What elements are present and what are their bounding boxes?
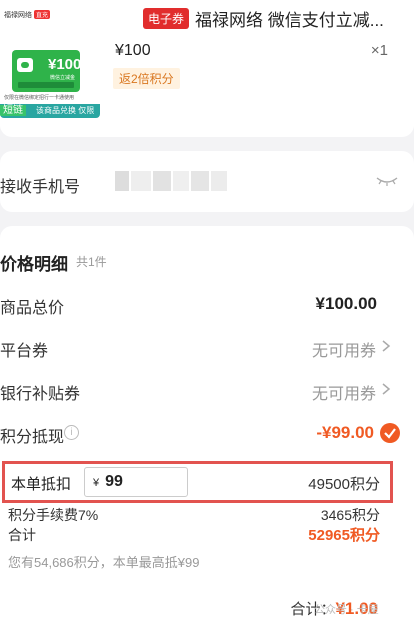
fee-label: 积分手续费7% <box>8 507 99 523</box>
voucher-strip <box>18 82 74 88</box>
price-details-title: 价格明细 <box>0 255 68 274</box>
platform-coupon-value[interactable]: 无可用券 <box>312 337 376 361</box>
points-total-label: 合计 <box>8 527 36 543</box>
product-type-tag: 电子券 <box>143 8 190 29</box>
product-thumbnail[interactable]: 福禄网络 直充 ¥100 微信立减金 仅限在微信绑定招行一卡通使用 短链 该商品兑换… <box>0 8 100 118</box>
phone-label: 接收手机号 <box>0 179 81 196</box>
thumb-brand-text: 福禄网络 <box>4 12 32 19</box>
deduct-amount-input[interactable]: ¥99 <box>84 467 188 497</box>
bank-coupon-value[interactable]: 无可用券 <box>312 380 376 404</box>
deduct-amount-row: 本单抵扣 ¥99 49500积分 <box>2 461 393 503</box>
thumb-brand: 福禄网络 直充 <box>4 10 51 20</box>
subtotal-label: 商品总价 <box>0 300 65 317</box>
product-title[interactable]: 福禄网络 微信支付立减... <box>195 6 384 31</box>
chevron-right-icon[interactable] <box>380 339 392 353</box>
item-count: 共1件 <box>76 255 107 269</box>
checkmark-icon[interactable] <box>380 423 400 443</box>
deduct-points: 49500积分 <box>308 476 380 493</box>
deduct-label: 本单抵扣 <box>11 476 72 493</box>
thumb-bottom-bar: 短链 该商品兑换 仅限 <box>0 104 100 118</box>
points-hint: 您有54,686积分，本单最高抵¥99 <box>8 555 200 570</box>
subtotal-value: ¥100.00 <box>315 294 377 313</box>
watermark: 公众号 · 卡屋 <box>314 604 379 616</box>
fee-value: 3465积分 <box>320 507 380 523</box>
eye-closed-icon[interactable] <box>376 175 398 187</box>
price-details-card: 价格明细 共1件 商品总价 ¥100.00 平台券 无可用券 银行补贴券 无可用… <box>0 226 414 627</box>
points-deduct-label: 积分抵现 <box>0 429 65 446</box>
voucher-amount: ¥100 <box>48 56 82 73</box>
thumb-brand-badge: 直充 <box>34 10 51 19</box>
bank-coupon-label[interactable]: 银行补贴券 <box>0 380 80 404</box>
wechat-pay-icon <box>17 58 33 72</box>
info-icon[interactable]: i <box>64 425 79 440</box>
points-total-value: 52965积分 <box>308 527 380 544</box>
thumb-bottom-text: 该商品兑换 仅限 <box>36 106 95 115</box>
points-badge: 返2倍积分 <box>113 68 180 89</box>
phone-number-masked[interactable] <box>115 171 227 191</box>
deduct-input-value[interactable]: 99 <box>105 473 123 490</box>
voucher-image: ¥100 微信立减金 <box>12 50 82 92</box>
voucher-subtitle: 微信立减金 <box>50 75 76 81</box>
currency-symbol: ¥ <box>93 477 100 489</box>
thumb-note: 仅限在微信绑定招行一卡通使用 <box>4 95 75 101</box>
platform-coupon-label[interactable]: 平台券 <box>0 337 48 361</box>
chevron-right-icon[interactable] <box>380 382 392 396</box>
product-card[interactable]: 福禄网络 直充 ¥100 微信立减金 仅限在微信绑定招行一卡通使用 短链 该商品兑换… <box>0 0 414 137</box>
product-quantity: ×1 <box>370 42 388 59</box>
product-price: ¥100 <box>115 42 151 59</box>
thumb-bottom-tag: 短链 <box>0 105 26 116</box>
points-deduct-value: -¥99.00 <box>316 423 374 442</box>
